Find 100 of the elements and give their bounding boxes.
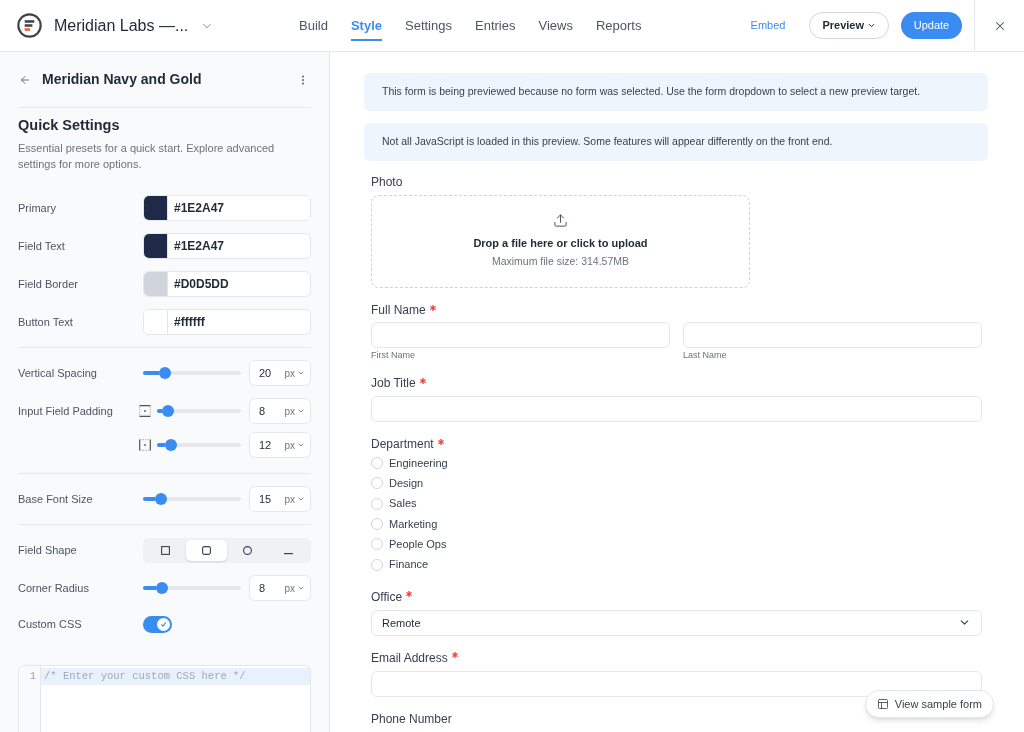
setting-label: Field Text xyxy=(18,238,66,254)
notice-text: This form is being previewed because no form was selected. Use the form dropdown to select a new preview target. xyxy=(382,84,921,100)
code-placeholder: /* Enter your custom CSS here */ xyxy=(44,669,246,684)
number-field[interactable]: 8 px xyxy=(249,398,311,424)
setting-label: Corner Radius xyxy=(18,580,90,596)
color-value: #ffffff xyxy=(174,314,205,331)
nav-tab[interactable]: Entries xyxy=(475,9,516,42)
slider-track[interactable] xyxy=(157,405,241,417)
line-number: 1 xyxy=(29,669,36,684)
check-icon xyxy=(157,617,170,631)
unit-dropdown[interactable]: px xyxy=(284,437,305,453)
field-label: Job Title xyxy=(371,376,416,390)
color-swatch[interactable] xyxy=(144,196,168,220)
slider-thumb[interactable] xyxy=(158,367,171,379)
color-swatch[interactable] xyxy=(144,310,168,334)
slider-track[interactable] xyxy=(143,582,241,594)
unit-dropdown[interactable]: px xyxy=(284,491,305,507)
radio-label: Design xyxy=(389,476,424,492)
slider-track[interactable] xyxy=(143,493,241,505)
color-swatch[interactable] xyxy=(144,272,168,296)
color-value: #1E2A47 xyxy=(174,238,225,255)
chevron-down-icon xyxy=(297,369,305,377)
text-input[interactable] xyxy=(683,322,982,348)
setting-label: Custom CSS xyxy=(18,616,83,632)
slider-track[interactable] xyxy=(157,439,241,451)
sub-label: Last Name xyxy=(683,350,728,361)
notice-text: Not all JavaScript is loaded in this preview. Some features will appear differently on the front end. xyxy=(382,134,833,150)
form-title[interactable]: Meridian Labs —... xyxy=(54,13,189,38)
sub-label: First Name xyxy=(371,350,416,361)
layout-icon xyxy=(876,698,889,710)
text-input[interactable] xyxy=(371,322,670,348)
number-field[interactable]: 15 px xyxy=(249,486,311,512)
nav-tab[interactable]: Views xyxy=(538,9,573,42)
chevron-down-icon xyxy=(867,21,876,30)
shape-option[interactable] xyxy=(186,539,227,561)
field-label: Phone Number xyxy=(371,711,452,726)
field-value: 8 xyxy=(259,403,266,419)
slider-thumb[interactable] xyxy=(155,582,168,594)
slider-thumb[interactable] xyxy=(164,439,177,451)
nav-tab[interactable]: Settings xyxy=(405,9,452,42)
field-label: Department xyxy=(371,437,434,451)
color-value: #1E2A47 xyxy=(174,200,225,217)
file-size-note: Maximum file size: 314.57MB xyxy=(491,253,630,269)
chevron-down-icon xyxy=(297,584,305,592)
radio-label: Finance xyxy=(389,557,429,573)
slider-track[interactable] xyxy=(143,367,241,379)
view-sample-form-button[interactable]: View sample form xyxy=(864,690,994,718)
file-drop-zone[interactable]: Drop a file here or click to upload Maximum file size: 314.57MB xyxy=(371,195,750,288)
text-input[interactable] xyxy=(371,396,982,422)
nav-tab[interactable]: Reports xyxy=(595,9,642,42)
square-icon xyxy=(161,545,170,555)
slider-thumb[interactable] xyxy=(162,405,175,417)
radio-button[interactable] xyxy=(371,558,383,571)
chevron-down-icon xyxy=(297,407,305,415)
setting-label: Field Border xyxy=(18,276,79,292)
chevron-down-icon xyxy=(297,441,305,449)
field-value: 20 xyxy=(259,365,272,381)
field-label: Email Address xyxy=(371,650,448,665)
radio-button[interactable] xyxy=(371,477,383,490)
radio-label: People Ops xyxy=(389,537,447,553)
color-value: #D0D5DD xyxy=(174,276,229,293)
number-field[interactable]: 12 px xyxy=(249,432,311,458)
radio-label: Marketing xyxy=(389,516,438,532)
preview-button[interactable]: Preview xyxy=(809,12,889,39)
nav-tab[interactable]: Build xyxy=(299,9,328,42)
select-field[interactable]: Remote xyxy=(371,609,982,636)
color-field[interactable]: #ffffff xyxy=(143,309,311,335)
radio-button[interactable] xyxy=(371,497,383,510)
color-swatch[interactable] xyxy=(144,234,168,258)
number-field[interactable]: 8 px xyxy=(249,575,311,601)
slider-thumb[interactable] xyxy=(154,493,167,505)
color-field[interactable]: #D0D5DD xyxy=(143,271,311,297)
radio-button[interactable] xyxy=(371,457,383,470)
field-value: 8 xyxy=(259,580,266,596)
underline-icon xyxy=(284,552,293,555)
logo-icon[interactable] xyxy=(17,13,42,38)
radio-button[interactable] xyxy=(371,518,383,531)
upload-icon xyxy=(553,213,568,229)
embed-link[interactable]: Embed xyxy=(750,17,786,34)
box-padding-icon xyxy=(139,439,151,451)
setting-label: Field Shape xyxy=(18,542,78,558)
setting-label: Base Font Size xyxy=(18,491,94,507)
radio-label: Sales xyxy=(389,496,417,512)
toggle-switch[interactable] xyxy=(143,615,172,633)
field-label: Full Name xyxy=(371,303,426,317)
setting-label: Input Field Padding xyxy=(18,403,114,419)
style-title: Meridian Navy and Gold xyxy=(42,70,202,89)
unit-dropdown[interactable]: px xyxy=(284,365,305,381)
unit-dropdown[interactable]: px xyxy=(284,580,305,596)
setting-label: Vertical Spacing xyxy=(18,365,98,381)
color-field[interactable]: #1E2A47 xyxy=(143,233,311,259)
color-field[interactable]: #1E2A47 xyxy=(143,195,311,221)
back-icon[interactable] xyxy=(19,73,31,86)
chevron-down-icon xyxy=(297,495,305,503)
unit-dropdown[interactable]: px xyxy=(284,403,305,419)
text-input[interactable] xyxy=(371,670,982,697)
number-field[interactable]: 20 px xyxy=(249,360,311,386)
field-value: 15 xyxy=(259,491,272,507)
circle-icon xyxy=(243,545,252,555)
radio-button[interactable] xyxy=(371,538,383,551)
